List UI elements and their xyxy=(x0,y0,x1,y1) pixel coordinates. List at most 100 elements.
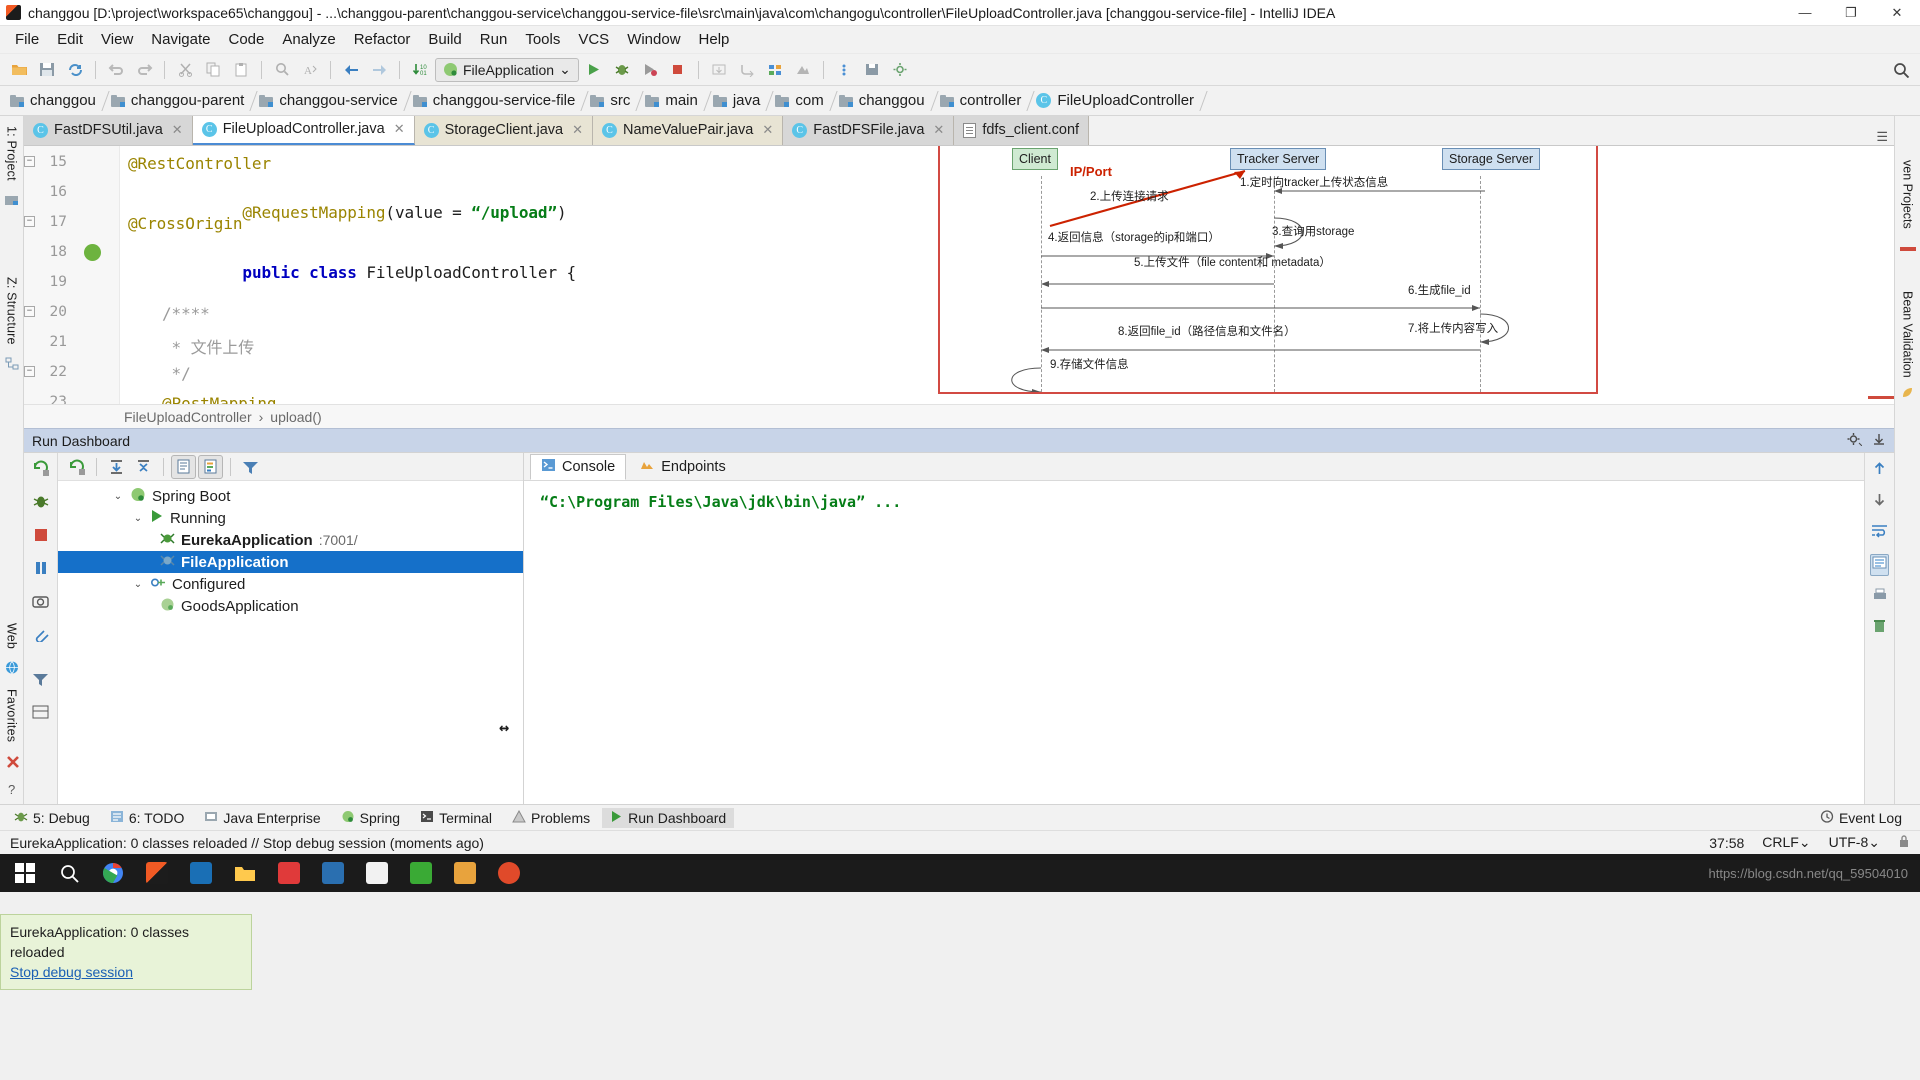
breadcrumb-item-changgou-parent[interactable]: changgou-parent xyxy=(105,86,253,115)
pause-rail-icon[interactable] xyxy=(33,560,49,580)
tree-node-running[interactable]: ⌄ Running xyxy=(58,507,523,529)
breadcrumb-item-java[interactable]: java xyxy=(707,86,770,115)
taskbar-wechat-icon[interactable] xyxy=(400,854,442,892)
tree-node-sublabel[interactable]: :7001/ xyxy=(319,532,358,548)
tool-window-spring[interactable]: Spring xyxy=(333,808,408,828)
breadcrumb-item-src[interactable]: src xyxy=(584,86,639,115)
sub-breadcrumb-method[interactable]: upload() xyxy=(270,409,321,425)
expand-all-icon[interactable] xyxy=(104,455,129,479)
more-options-icon[interactable] xyxy=(831,57,857,83)
editor-tab-fileuploadcontroller[interactable]: C FileUploadController.java ✕ xyxy=(192,116,415,145)
breadcrumb-item-fileuploadcontroller[interactable]: C FileUploadController xyxy=(1030,86,1203,115)
save-all-icon[interactable] xyxy=(34,57,60,83)
menu-tools[interactable]: Tools xyxy=(516,28,569,51)
tree-node-spring-boot[interactable]: ⌄ Spring Boot xyxy=(58,485,523,507)
tool-window-run-dashboard[interactable]: Run Dashboard xyxy=(602,807,735,828)
group-by-type-icon[interactable] xyxy=(198,454,223,479)
rerun-icon[interactable] xyxy=(32,459,50,480)
taskbar-app-icon[interactable] xyxy=(444,854,486,892)
collapse-all-icon[interactable] xyxy=(131,455,156,479)
web-globe-icon[interactable] xyxy=(5,661,19,674)
layout-rail-icon[interactable] xyxy=(32,704,49,724)
close-icon[interactable]: ✕ xyxy=(172,122,183,138)
menu-file[interactable]: File xyxy=(6,28,48,51)
fold-marker-icon[interactable]: − xyxy=(24,366,35,377)
cut-icon[interactable] xyxy=(172,57,198,83)
menu-navigate[interactable]: Navigate xyxy=(142,28,219,51)
scroll-down-icon[interactable] xyxy=(1872,492,1887,511)
breadcrumb-item-main[interactable]: main xyxy=(639,86,707,115)
rerun-icon[interactable] xyxy=(64,455,89,479)
replace-icon[interactable]: A xyxy=(297,57,323,83)
sort-icon[interactable]: 10 01 xyxy=(407,57,433,83)
menu-vcs[interactable]: VCS xyxy=(569,28,618,51)
menu-view[interactable]: View xyxy=(92,28,142,51)
maximize-button[interactable]: ❐ xyxy=(1828,0,1874,26)
code-editor[interactable]: 15 16 17 18 19 20 21 22 23 24 25 26 − − … xyxy=(24,146,1894,404)
spring-bean-gutter-icon[interactable] xyxy=(84,244,101,261)
tree-node-eurekaapplication[interactable]: EurekaApplication :7001/ xyxy=(58,529,523,551)
attach-rail-icon[interactable] xyxy=(32,626,49,646)
taskbar-music-icon[interactable] xyxy=(268,854,310,892)
tool-window-problems[interactable]: Problems xyxy=(504,808,598,828)
menu-analyze[interactable]: Analyze xyxy=(273,28,344,51)
redo-icon[interactable] xyxy=(131,57,157,83)
lock-icon[interactable] xyxy=(1898,834,1910,851)
start-button[interactable] xyxy=(4,854,46,892)
close-icon[interactable]: ✕ xyxy=(762,122,773,138)
scroll-to-end-icon[interactable] xyxy=(1870,554,1889,576)
update-project-icon[interactable] xyxy=(706,57,732,83)
print-icon[interactable] xyxy=(1872,588,1888,606)
tool-button-favorites[interactable]: Favorites xyxy=(5,685,19,746)
debug-rail-icon[interactable] xyxy=(32,493,50,514)
tree-node-goodsapplication[interactable]: GoodsApplication xyxy=(58,595,523,617)
minimize-button[interactable]: — xyxy=(1782,0,1828,26)
taskbar-browser-icon[interactable] xyxy=(488,854,530,892)
menu-help[interactable]: Help xyxy=(690,28,739,51)
tool-button-web[interactable]: Web xyxy=(5,619,19,653)
settings-icon[interactable] xyxy=(887,57,913,83)
breadcrumb-item-com[interactable]: com xyxy=(769,86,832,115)
taskbar-chrome-icon[interactable] xyxy=(92,854,134,892)
show-configurations-icon[interactable] xyxy=(171,454,196,479)
close-x-icon[interactable] xyxy=(5,754,19,768)
tool-window-event-log[interactable]: Event Log xyxy=(1812,808,1910,828)
filter-rail-icon[interactable] xyxy=(32,671,49,691)
breadcrumb-item-controller[interactable]: controller xyxy=(934,86,1031,115)
breadcrumb-item-changgou[interactable]: changgou xyxy=(4,86,105,115)
open-project-icon[interactable] xyxy=(6,57,32,83)
taskbar-qq-icon[interactable] xyxy=(312,854,354,892)
close-icon[interactable]: ✕ xyxy=(572,122,583,138)
menu-code[interactable]: Code xyxy=(219,28,273,51)
taskbar-terminal-icon[interactable] xyxy=(356,854,398,892)
tool-button-maven-projects[interactable]: ven Projects xyxy=(1901,156,1915,233)
stop-rail-icon[interactable] xyxy=(33,527,49,547)
fold-marker-icon[interactable]: − xyxy=(24,216,35,227)
camera-rail-icon[interactable] xyxy=(32,593,49,613)
commit-icon[interactable] xyxy=(734,57,760,83)
structure-icon[interactable] xyxy=(5,357,19,370)
taskbar-photoshop-icon[interactable] xyxy=(180,854,222,892)
database-icon[interactable] xyxy=(762,57,788,83)
find-icon[interactable] xyxy=(269,57,295,83)
back-icon[interactable] xyxy=(338,57,364,83)
debug-icon[interactable] xyxy=(609,57,635,83)
run-dashboard-tree[interactable]: ⌄ Spring Boot ⌄ Running EurekaApplicatio… xyxy=(58,481,523,804)
search-taskbar-icon[interactable] xyxy=(48,854,90,892)
tool-button-project[interactable]: 1: Project xyxy=(5,122,19,185)
run-configuration-selector[interactable]: FileApplication ⌄ xyxy=(435,57,579,82)
help-icon[interactable]: ? xyxy=(5,782,19,797)
console-output[interactable]: “C:\Program Files\Java\jdk\bin\java” ...… xyxy=(499,481,1864,804)
run-coverage-icon[interactable] xyxy=(637,57,663,83)
editor-tab-namevaluepair[interactable]: C NameValuePair.java ✕ xyxy=(593,116,784,145)
breadcrumb-item-changgou-pkg[interactable]: changgou xyxy=(833,86,934,115)
editor-tab-storageclient[interactable]: C StorageClient.java ✕ xyxy=(414,116,593,145)
notification-action-link[interactable]: Stop debug session xyxy=(10,964,133,980)
tab-overflow-icon[interactable]: ☰ xyxy=(1870,129,1894,145)
fold-marker-icon[interactable]: − xyxy=(24,156,35,167)
editor-tab-fdfs-client-conf[interactable]: fdfs_client.conf xyxy=(954,116,1090,145)
project-folder-icon[interactable] xyxy=(4,193,19,205)
tool-window-debug[interactable]: 5: Debug xyxy=(6,808,98,828)
menu-build[interactable]: Build xyxy=(419,28,470,51)
sync-icon[interactable] xyxy=(62,57,88,83)
